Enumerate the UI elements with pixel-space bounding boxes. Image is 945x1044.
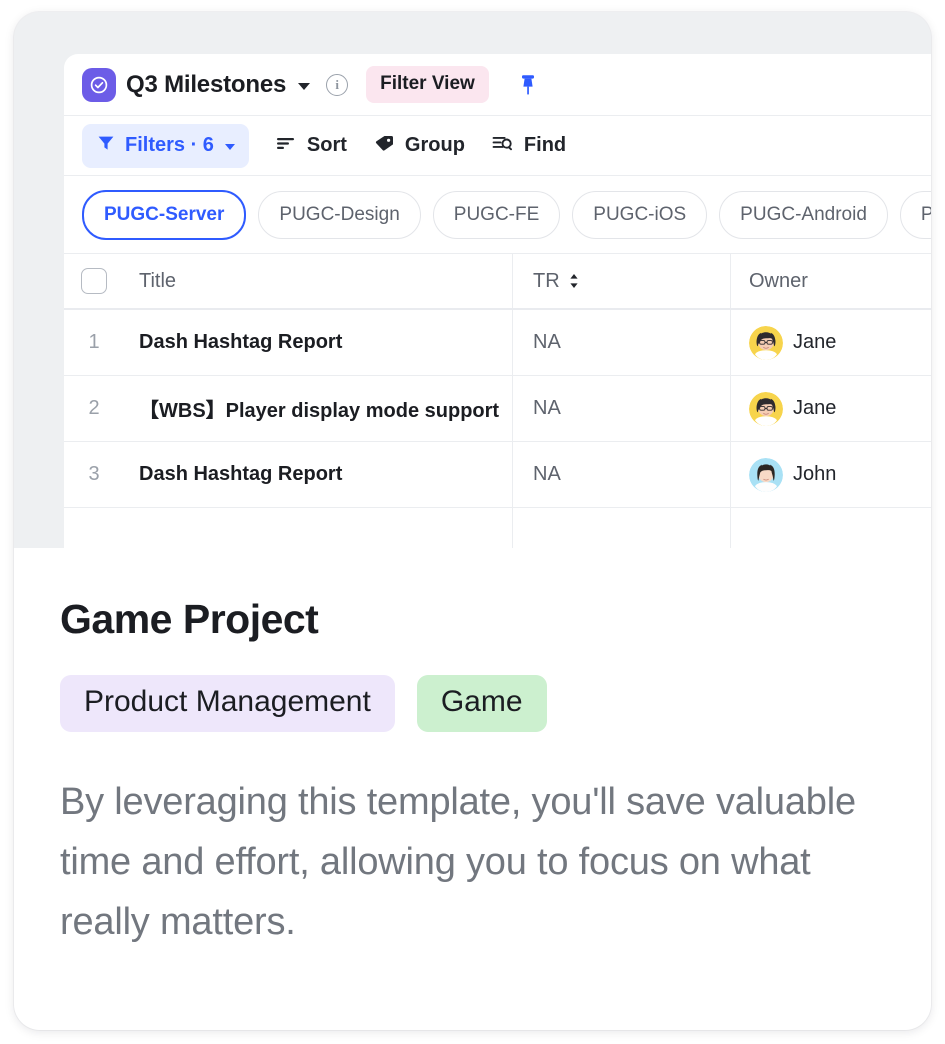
template-detail-sheet: Game Project Product Management Game By … — [14, 548, 931, 1030]
cell-owner: John — [731, 442, 931, 507]
page-title: Q3 Milestones — [126, 70, 287, 98]
project-title: Game Project — [60, 596, 319, 642]
cell-owner: Jane — [731, 376, 931, 441]
avatar — [749, 457, 783, 492]
table-row[interactable]: 3 Dash Hashtag Report NA John — [64, 442, 931, 508]
tab-pugc-fe[interactable]: PUGC-FE — [432, 190, 561, 239]
sort-button[interactable]: Sort — [275, 133, 347, 159]
table-row-partial[interactable] — [64, 508, 931, 548]
avatar — [749, 325, 783, 360]
group-button[interactable]: Group — [373, 133, 465, 159]
cell-tr: NA — [513, 442, 731, 507]
row-number: 3 — [88, 463, 100, 485]
cell-owner — [731, 508, 931, 548]
tab-pugc-more[interactable]: PUG — [899, 190, 931, 239]
cell-title: Dash Hashtag Report — [124, 310, 513, 375]
screenshot-root: Q3 Milestones i Filter View Filters · 6 … — [0, 0, 945, 1044]
tab-pugc-android[interactable]: PUGC-Android — [719, 190, 888, 239]
table-app-panel: Q3 Milestones i Filter View Filters · 6 … — [64, 54, 931, 548]
table-row[interactable]: 1 Dash Hashtag Report NA Jane — [64, 310, 931, 376]
cell-title: 【WBS】Player display mode support — [124, 376, 513, 441]
status-badge: Filter View — [366, 66, 489, 103]
row-number: 1 — [88, 331, 100, 353]
tab-pugc-design[interactable]: PUGC-Design — [258, 190, 421, 239]
avatar — [749, 391, 783, 426]
tab-pugc-server[interactable]: PUGC-Server — [82, 189, 247, 240]
column-header-owner[interactable]: Owner — [731, 254, 931, 308]
info-icon[interactable]: i — [326, 73, 349, 96]
owner-name: Jane — [793, 331, 837, 353]
sort-arrows-icon[interactable] — [568, 272, 580, 290]
table-toolbar: Filters · 6 Sort Group Find — [64, 116, 931, 176]
table-row[interactable]: 2 【WBS】Player display mode support NA Ja… — [64, 376, 931, 442]
cell-tr — [513, 508, 731, 548]
group-label: Group — [404, 134, 465, 156]
tab-strip: PUGC-Server PUGC-Design PUGC-FE PUGC-iOS… — [64, 176, 931, 254]
column-header-tr[interactable]: TR — [513, 254, 731, 308]
find-button[interactable]: Find — [491, 133, 566, 159]
filters-label: Filters · 6 — [125, 134, 214, 156]
cell-tr: NA — [513, 310, 731, 375]
chevron-down-icon — [224, 144, 235, 150]
select-all-cell[interactable] — [64, 268, 124, 294]
app-card: Q3 Milestones i Filter View Filters · 6 … — [14, 12, 931, 1030]
view-titlebar: Q3 Milestones i Filter View — [64, 54, 931, 116]
sort-lines-icon — [275, 133, 297, 159]
check-circle-icon — [82, 67, 116, 102]
cell-title: Dash Hashtag Report — [124, 442, 513, 507]
records-table: Title TR Owner 1 Dash Hashtag Report NA … — [64, 254, 931, 548]
funnel-icon — [96, 133, 116, 159]
filters-button[interactable]: Filters · 6 — [82, 123, 249, 168]
tab-pugc-ios[interactable]: PUGC-iOS — [572, 190, 708, 239]
cell-owner: Jane — [731, 310, 931, 375]
cell-tr: NA — [513, 376, 731, 441]
owner-name: John — [793, 463, 837, 485]
checkbox-unchecked-icon[interactable] — [81, 268, 107, 294]
find-label: Find — [523, 134, 567, 156]
owner-name: Jane — [793, 397, 837, 419]
pin-icon[interactable] — [517, 73, 539, 97]
row-number: 2 — [88, 397, 100, 419]
tag-list: Product Management Game — [60, 675, 885, 732]
tag-icon — [373, 133, 395, 159]
template-description: By leveraging this template, you'll save… — [60, 781, 856, 944]
column-header-title[interactable]: Title — [124, 254, 513, 308]
chevron-down-icon[interactable] — [298, 83, 311, 90]
cell-title — [124, 508, 513, 548]
find-lines-search-icon — [491, 133, 514, 159]
column-header-tr-label: TR — [533, 269, 560, 292]
table-header-row: Title TR Owner — [64, 254, 931, 310]
tag-product-management[interactable]: Product Management — [60, 675, 395, 732]
tag-game[interactable]: Game — [416, 675, 547, 732]
sort-label: Sort — [306, 134, 347, 156]
